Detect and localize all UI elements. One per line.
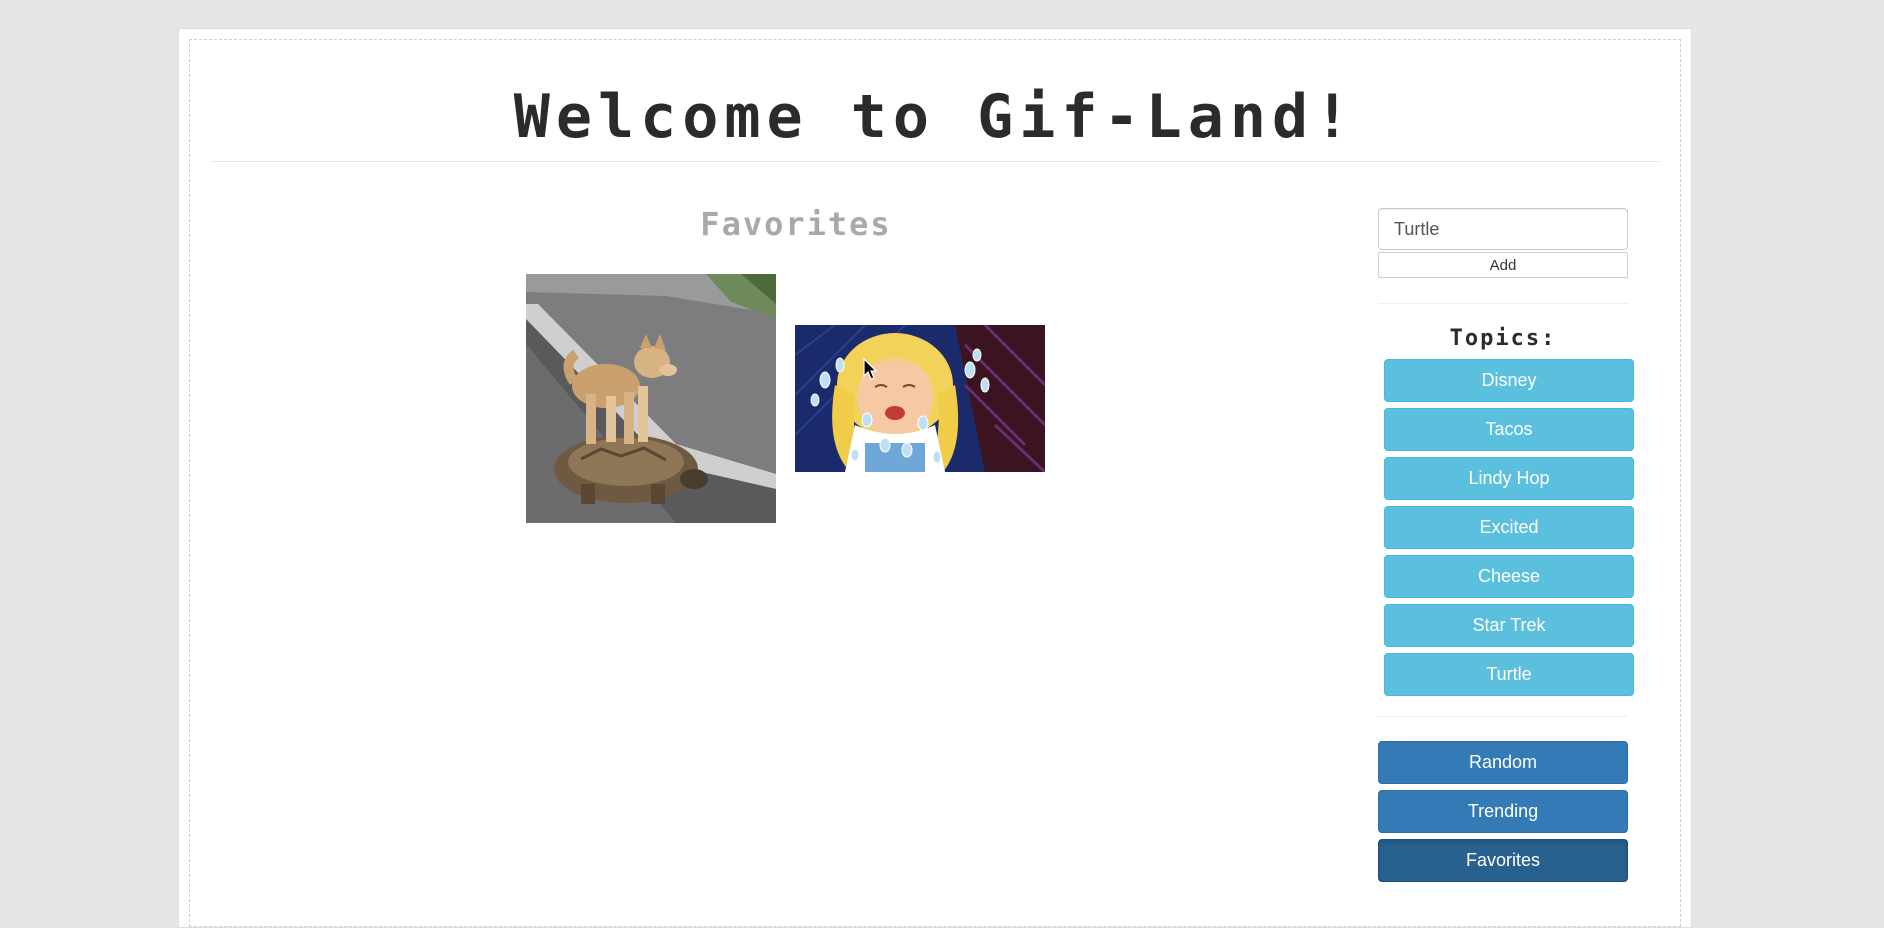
crying-alice-gif-icon (795, 325, 1045, 472)
topic-button-turtle[interactable]: Turtle (1384, 653, 1634, 696)
sidebar-divider-1 (1378, 303, 1628, 304)
nav-buttons: Random Trending Favorites (1378, 741, 1628, 882)
topics-heading: Topics: (1449, 326, 1557, 351)
sidebar: Add Topics: Disney Tacos Lindy Hop Excit… (1378, 208, 1634, 888)
topic-input[interactable] (1378, 208, 1628, 250)
dog-on-turtle-gif-icon (526, 274, 776, 523)
random-button[interactable]: Random (1378, 741, 1628, 784)
topic-button-excited[interactable]: Excited (1384, 506, 1634, 549)
add-button[interactable]: Add (1378, 252, 1628, 278)
page-title: Welcome to Gif-Land! (513, 82, 1357, 152)
content-frame: Welcome to Gif-Land! Favorites Turtle Ad… (189, 39, 1681, 927)
topic-button-lindy-hop[interactable]: Lindy Hop (1384, 457, 1634, 500)
sidebar-divider-2 (1378, 716, 1628, 717)
topic-button-star-trek[interactable]: Star Trek (1384, 604, 1634, 647)
topic-button-disney[interactable]: Disney (1384, 359, 1634, 402)
gif-dog-on-turtle[interactable] (526, 274, 776, 523)
topic-button-tacos[interactable]: Tacos (1384, 408, 1634, 451)
trending-button[interactable]: Trending (1378, 790, 1628, 833)
page-container: Welcome to Gif-Land! Favorites Turtle Ad… (178, 28, 1692, 928)
topics-list: Disney Tacos Lindy Hop Excited Cheese St… (1378, 359, 1634, 696)
section-title: Favorites (700, 205, 892, 243)
topic-button-cheese[interactable]: Cheese (1384, 555, 1634, 598)
gif-crying-alice[interactable] (795, 325, 1045, 472)
favorites-button[interactable]: Favorites (1378, 839, 1628, 882)
title-divider (210, 161, 1660, 162)
